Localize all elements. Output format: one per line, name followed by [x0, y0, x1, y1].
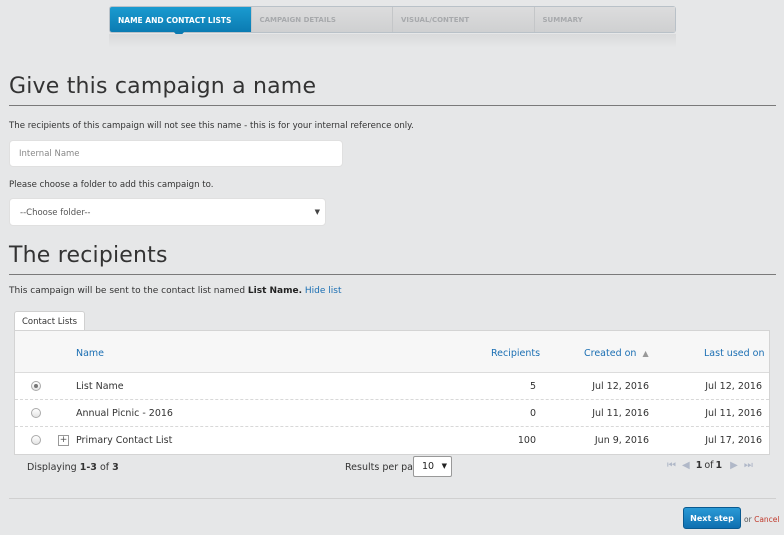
- folder-prompt: Please choose a folder to add this campa…: [9, 180, 214, 190]
- displaying-count: Displaying 1-3 of 3: [27, 462, 119, 473]
- row-created-on: Jun 9, 2016: [594, 435, 649, 446]
- row-last-used-on: Jul 11, 2016: [705, 408, 762, 419]
- wizard-step-visual-content[interactable]: VISUAL/CONTENT: [393, 7, 535, 32]
- row-created-on: Jul 11, 2016: [592, 408, 649, 419]
- row-name: Annual Picnic - 2016: [76, 408, 173, 419]
- tab-contact-lists[interactable]: Contact Lists: [14, 311, 85, 331]
- row-last-used-on: Jul 12, 2016: [705, 381, 762, 392]
- last-page-icon[interactable]: ⏭: [744, 460, 753, 471]
- row-select-radio[interactable]: [31, 408, 41, 418]
- results-per-page-select[interactable]: 10 ▼: [413, 456, 452, 477]
- row-created-on: Jul 12, 2016: [592, 381, 649, 392]
- row-recipients: 0: [529, 408, 536, 419]
- displaying-prefix: Displaying: [27, 462, 77, 473]
- row-name: List Name: [76, 381, 124, 392]
- wizard-step-name-and-contact-lists[interactable]: NAME AND CONTACT LISTS: [110, 7, 252, 38]
- table-row[interactable]: + Primary Contact List 100 Jun 9, 2016 J…: [15, 427, 769, 454]
- sent-to-list-name: List Name.: [247, 286, 303, 296]
- column-header-last-used-on[interactable]: Last used on: [704, 348, 765, 359]
- name-section-title: Give this campaign a name: [9, 74, 317, 99]
- internal-name-input[interactable]: [9, 140, 343, 167]
- sent-to-prefix: This campaign will be sent to the contac…: [9, 286, 246, 296]
- results-per-page-value: 10: [422, 461, 435, 472]
- column-header-created-on[interactable]: Created on ▲: [584, 348, 649, 359]
- wizard-shadow: [109, 34, 676, 48]
- caret-down-icon: ▼: [441, 462, 447, 470]
- recipients-sent-to: This campaign will be sent to the contac…: [9, 286, 342, 296]
- or-cancel: or Cancel: [744, 515, 780, 524]
- or-word: or: [744, 515, 752, 524]
- column-header-recipients[interactable]: Recipients: [491, 348, 540, 359]
- first-page-icon[interactable]: ⏮: [667, 460, 676, 471]
- recipients-section-divider: [9, 274, 776, 275]
- expand-plus-icon[interactable]: +: [58, 435, 69, 446]
- displaying-total: 3: [112, 462, 119, 473]
- folder-select-value: --Choose folder--: [20, 208, 91, 218]
- next-page-icon[interactable]: ▶: [730, 460, 738, 471]
- wizard-step-summary[interactable]: SUMMARY: [534, 7, 675, 32]
- wizard-steps: NAME AND CONTACT LISTS CAMPAIGN DETAILS …: [109, 6, 676, 38]
- page-of: of: [704, 460, 714, 471]
- wizard-step-campaign-details[interactable]: CAMPAIGN DETAILS: [251, 7, 393, 32]
- row-recipients: 5: [529, 381, 536, 392]
- hide-list-link[interactable]: Hide list: [305, 286, 342, 296]
- row-last-used-on: Jul 17, 2016: [705, 435, 762, 446]
- row-select-radio[interactable]: [31, 435, 41, 445]
- displaying-of: of: [99, 462, 110, 473]
- column-header-name[interactable]: Name: [76, 348, 104, 359]
- recipients-section-title: The recipients: [9, 243, 168, 268]
- name-section-divider: [9, 105, 776, 106]
- displaying-range: 1-3: [79, 462, 97, 473]
- table-row[interactable]: Annual Picnic - 2016 0 Jul 11, 2016 Jul …: [15, 400, 769, 427]
- page-current: 1: [695, 460, 703, 471]
- column-header-created-on-label: Created on: [584, 348, 637, 359]
- name-section-description: The recipients of this campaign will not…: [9, 121, 414, 131]
- row-recipients: 100: [517, 435, 536, 446]
- actions-divider: [9, 498, 776, 499]
- next-step-button[interactable]: Next step: [683, 507, 741, 529]
- pagination: ⏮ ◀ 1 of 1 ▶ ⏭: [664, 460, 756, 471]
- folder-select[interactable]: --Choose folder-- ▼: [9, 198, 326, 226]
- prev-page-icon[interactable]: ◀: [682, 460, 690, 471]
- table-footer: Displaying 1-3 of 3 Results per page:: [14, 455, 770, 480]
- caret-down-icon: ▼: [314, 208, 320, 216]
- sort-asc-icon: ▲: [642, 349, 649, 358]
- table-row[interactable]: List Name 5 Jul 12, 2016 Jul 12, 2016: [15, 373, 769, 400]
- page-total: 1: [715, 460, 723, 471]
- cancel-link[interactable]: Cancel: [754, 515, 779, 524]
- table-header: Name Recipients Created on ▲ Last used o…: [15, 331, 769, 373]
- row-name: Primary Contact List: [76, 435, 173, 446]
- contact-lists-table: Name Recipients Created on ▲ Last used o…: [14, 330, 770, 455]
- row-select-radio[interactable]: [31, 381, 41, 391]
